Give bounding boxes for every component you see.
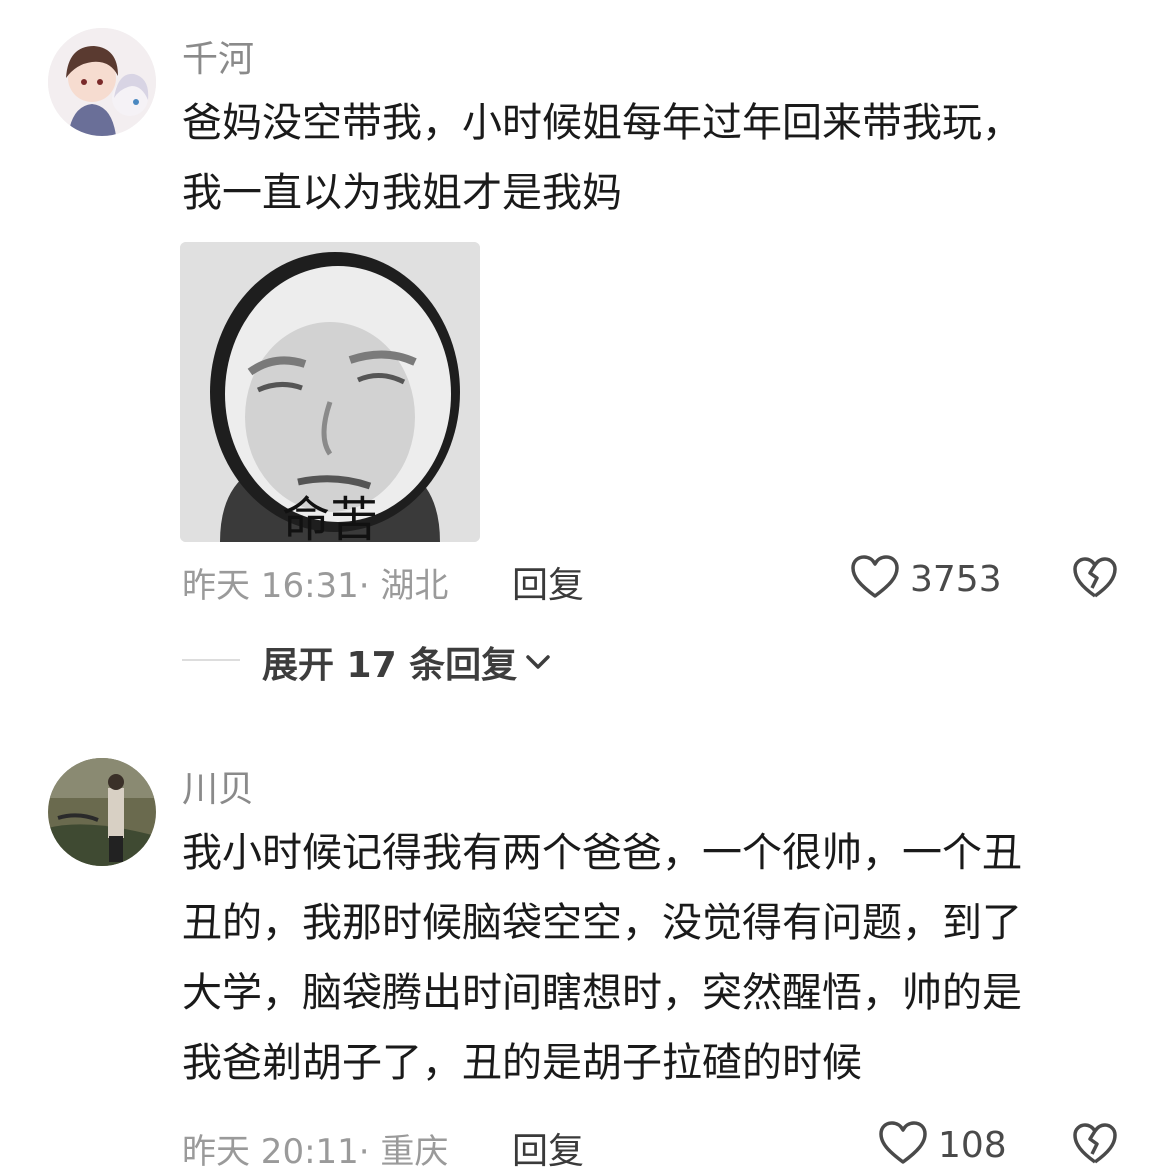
comment-text-line: 大学，脑袋腾出时间瞎想时，突然醒悟，帅的是 — [182, 970, 1022, 1016]
divider — [182, 659, 240, 661]
like-button[interactable]: 3753 — [850, 554, 1002, 604]
avatar[interactable] — [48, 28, 156, 136]
comment-text-line: 我爸剃胡子了，丑的是胡子拉碴的时候 — [182, 1040, 862, 1086]
username[interactable]: 千河 — [182, 30, 254, 82]
comment-text-line: 爸妈没空带我，小时候姐每年过年回来带我玩， — [182, 100, 1022, 146]
heart-outline-icon — [878, 1120, 928, 1170]
heart-outline-icon — [850, 554, 900, 604]
avatar[interactable] — [48, 758, 156, 866]
sticker-image[interactable]: 命苦 — [180, 242, 480, 542]
sticker-caption: 命苦 — [281, 492, 378, 542]
comment-item: 川贝 我小时候记得我有两个爸爸，一个很帅，一个丑 丑的，我那时候脑袋空空，没觉得… — [0, 720, 1170, 1172]
expand-replies-label: 展开 17 条回复 — [262, 645, 518, 686]
comment-text: 爸妈没空带我，小时候姐每年过年回来带我玩， 我一直以为我姐才是我妈 — [182, 88, 1122, 228]
comment-item: 千河 爸妈没空带我，小时候姐每年过年回来带我玩， 我一直以为我姐才是我妈 命苦 … — [0, 0, 1170, 720]
expand-replies-button[interactable]: 展开 17 条回复 — [262, 636, 551, 688]
reply-button[interactable]: 回复 — [512, 1122, 584, 1174]
comment-meta: 昨天 20:11· 重庆 — [182, 1132, 449, 1172]
reply-button[interactable]: 回复 — [512, 556, 584, 608]
comment-text-line: 丑的，我那时候脑袋空空，没觉得有问题，到了 — [182, 900, 1022, 946]
comment-text-line: 我小时候记得我有两个爸爸，一个很帅，一个丑 — [182, 830, 1022, 876]
chevron-down-icon — [525, 652, 551, 672]
comment-text: 我小时候记得我有两个爸爸，一个很帅，一个丑 丑的，我那时候脑袋空空，没觉得有问题… — [182, 818, 1122, 1098]
like-count: 108 — [938, 1124, 1007, 1166]
comment-meta: 昨天 16:31· 湖北 — [182, 566, 449, 606]
comment-text-line: 我一直以为我姐才是我妈 — [182, 170, 622, 216]
like-button[interactable]: 108 — [878, 1120, 1007, 1170]
like-count: 3753 — [910, 558, 1002, 600]
broken-heart-icon[interactable] — [1072, 1122, 1118, 1168]
broken-heart-icon[interactable] — [1072, 556, 1118, 602]
username[interactable]: 川贝 — [182, 760, 254, 812]
